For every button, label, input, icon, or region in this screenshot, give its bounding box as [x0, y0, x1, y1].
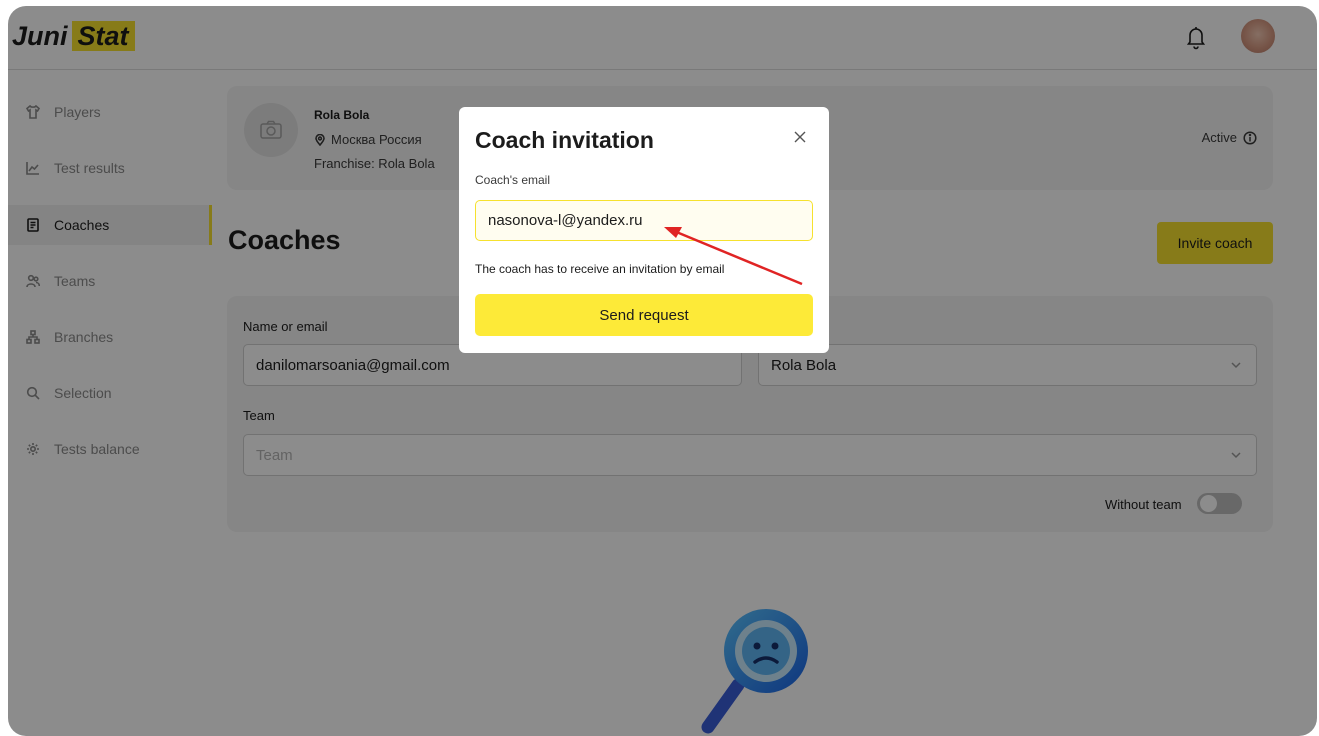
coach-email-input[interactable]: [475, 200, 813, 241]
close-icon: [794, 131, 806, 142]
coach-invitation-dialog: Coach invitation Coach's email The coach…: [459, 107, 829, 353]
dialog-title: Coach invitation: [475, 127, 654, 153]
close-button[interactable]: [789, 127, 811, 149]
app-window: Juni Stat Players Test results Coaches T…: [8, 6, 1317, 736]
screenshot-frame: Juni Stat Players Test results Coaches T…: [0, 0, 1319, 736]
send-request-button[interactable]: Send request: [475, 294, 813, 336]
invitation-hint: The coach has to receive an invitation b…: [475, 262, 725, 276]
coach-email-label: Coach's email: [475, 173, 550, 187]
